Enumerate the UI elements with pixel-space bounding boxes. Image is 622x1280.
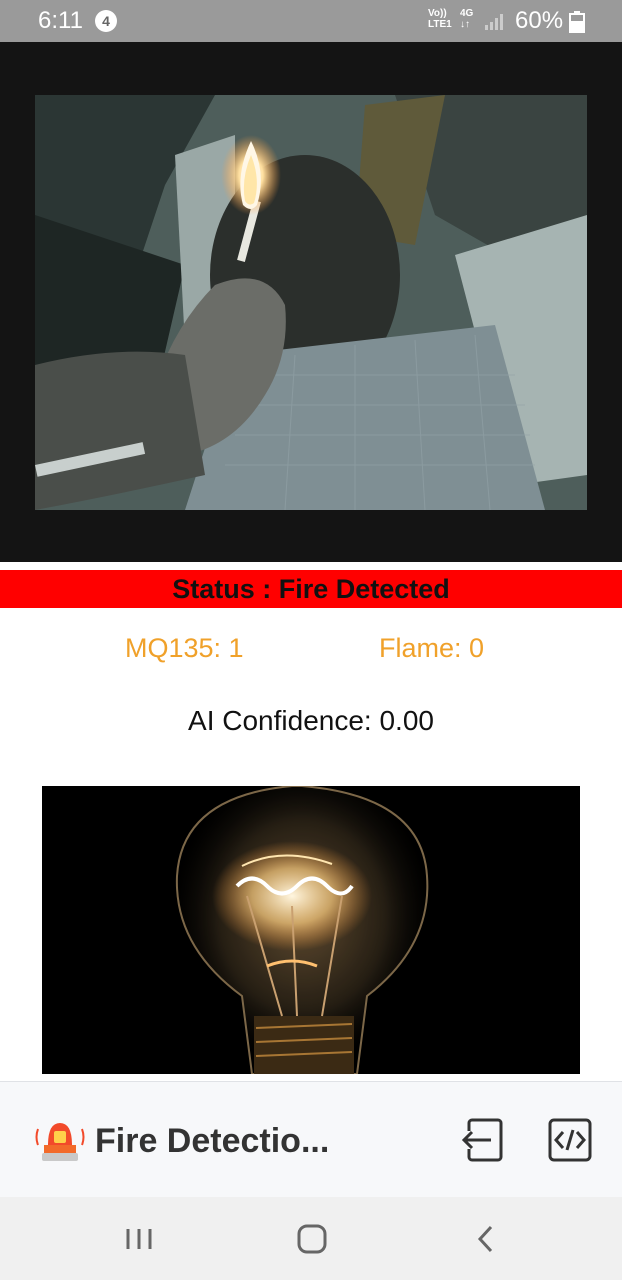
home-icon[interactable] (290, 1217, 334, 1261)
app-title: Fire Detectio... (95, 1122, 330, 1160)
code-icon[interactable] (547, 1117, 593, 1163)
battery-percentage: 60% (515, 7, 564, 34)
navigation-bar (0, 1197, 622, 1280)
mq135-reading: MQ135: 1 (125, 633, 244, 663)
camera-feed-image (35, 95, 587, 510)
fire-status-banner: Status : Fire Detected (0, 570, 622, 608)
exit-icon[interactable] (459, 1117, 505, 1163)
notification-count-badge: 4 (95, 10, 117, 32)
back-icon[interactable] (465, 1217, 509, 1261)
ai-confidence: AI Confidence: 0.00 (188, 705, 434, 736)
alarm-siren-icon (35, 1123, 85, 1161)
status-bar: 6:11 4 Vo)) LTE1 4G ↓↑ 60% (0, 0, 622, 42)
flame-reading: Flame: 0 (379, 633, 485, 663)
signal-icon (485, 14, 503, 30)
app-bar: Fire Detectio... (0, 1081, 622, 1198)
volte-indicator: Vo)) LTE1 (428, 8, 452, 30)
recent-apps-icon[interactable] (117, 1217, 161, 1261)
light-bulb-image (42, 786, 580, 1074)
camera-panel (0, 42, 622, 562)
data-type-indicator: 4G ↓↑ (460, 8, 474, 30)
status-time: 6:11 (38, 7, 83, 34)
battery-icon (569, 11, 585, 33)
